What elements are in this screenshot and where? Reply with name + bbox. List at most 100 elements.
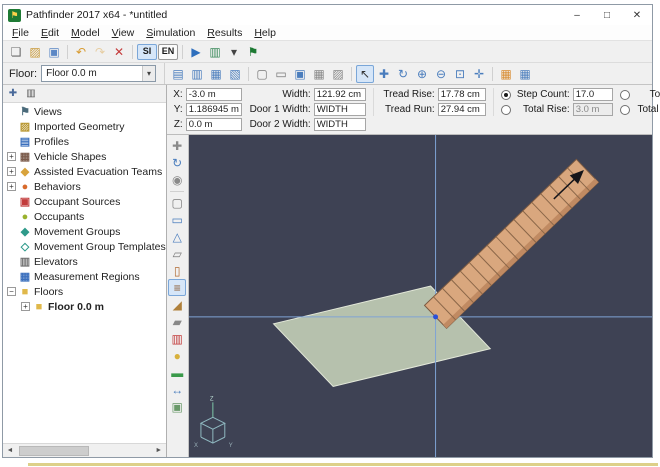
menu-view[interactable]: View (106, 26, 141, 40)
mirror-icon[interactable]: ▧ (226, 65, 244, 83)
tree-item-profiles[interactable]: ▤ Profiles (3, 134, 166, 149)
tree-item-imported-geometry[interactable]: ▨ Imported Geometry (3, 119, 166, 134)
menu-help[interactable]: Help (248, 26, 282, 40)
draw-ramp-tool-icon[interactable]: ◢ (168, 296, 186, 313)
focus-selection-button[interactable]: ✚ (5, 86, 21, 101)
expander-icon[interactable]: + (7, 182, 16, 191)
menu-file[interactable]: File (6, 26, 35, 40)
show-grid-icon[interactable]: ▦ (310, 65, 328, 83)
tree-item-vehicle-shapes[interactable]: + ▦ Vehicle Shapes (3, 149, 166, 164)
menu-simulation[interactable]: Simulation (140, 26, 201, 40)
results-dropdown-caret[interactable]: ▾ (225, 43, 243, 61)
tree-item-floors[interactable]: − ■ Floors (3, 284, 166, 299)
rotate-tool-icon[interactable]: ↻ (394, 65, 412, 83)
draw-hole-tool-icon[interactable]: ▱ (168, 245, 186, 262)
zoom-fit-icon[interactable]: ⊡ (451, 65, 469, 83)
draw-room-polygon-tool-icon[interactable]: △ (168, 228, 186, 245)
new-file-icon[interactable]: ❏ (7, 43, 25, 61)
total-rise-radio[interactable] (501, 105, 511, 115)
menu-edit[interactable]: Edit (35, 26, 65, 40)
background-image-tool-icon[interactable]: ▣ (168, 398, 186, 415)
en-units-button[interactable]: EN (158, 44, 178, 60)
delete-icon[interactable]: ✕ (110, 43, 128, 61)
duplicate-icon[interactable]: ▦ (207, 65, 225, 83)
draw-room-rect-tool-icon[interactable]: ▭ (168, 211, 186, 228)
snap-to-grid-icon[interactable]: ▦ (497, 65, 515, 83)
tree-item-views[interactable]: ⚑ Views (3, 104, 166, 119)
tree-item-occupant-sources[interactable]: ▣ Occupant Sources (3, 194, 166, 209)
draw-escalator-tool-icon[interactable]: ▰ (168, 313, 186, 330)
view-front-icon[interactable]: ▭ (272, 65, 290, 83)
tree-item-measurement-regions[interactable]: ▦ Measurement Regions (3, 269, 166, 284)
tree-item-elevators[interactable]: ▥ Elevators (3, 254, 166, 269)
tree-item-occupants[interactable]: ● Occupants (3, 209, 166, 224)
draw-floor-tool-icon[interactable]: ▢ (168, 194, 186, 211)
move-tool-icon[interactable]: ✚ (375, 65, 393, 83)
door1-width-field[interactable] (314, 103, 366, 116)
add-exit-tool-icon[interactable]: ▬ (168, 364, 186, 381)
move-view-tool-icon[interactable]: ✚ (168, 137, 186, 154)
sep-1[interactable] (64, 44, 71, 60)
scroll-right-icon[interactable]: ► (152, 444, 166, 457)
panel-layout-button[interactable]: ▥ (23, 86, 39, 101)
width-field[interactable] (314, 88, 366, 101)
orbit-view-tool-icon[interactable]: ↻ (168, 154, 186, 171)
paste-icon[interactable]: ▥ (188, 65, 206, 83)
view-perspective-icon[interactable]: ▣ (291, 65, 309, 83)
expander-icon[interactable]: − (7, 287, 16, 296)
expander-icon[interactable]: + (7, 167, 16, 176)
crosshair-icon[interactable]: ✛ (470, 65, 488, 83)
add-elevator-tool-icon[interactable]: ▥ (168, 330, 186, 347)
x-field[interactable] (186, 88, 242, 101)
sep-2[interactable] (129, 44, 136, 60)
add-occupant-tool-icon[interactable]: ● (168, 347, 186, 364)
tree-item-floor-0-0-m[interactable]: + ■ Floor 0.0 m (3, 299, 166, 314)
run-simulation-icon[interactable]: ▶ (187, 43, 205, 61)
zoom-in-icon[interactable]: ⊕ (413, 65, 431, 83)
step-count-field[interactable] (573, 88, 613, 101)
expander-icon[interactable]: + (7, 152, 16, 161)
tree-horizontal-scrollbar[interactable]: ◄ ► (3, 443, 166, 457)
tree-item-movement-group-templates[interactable]: ◇ Movement Group Templates (3, 239, 166, 254)
view-top-icon[interactable]: ▢ (253, 65, 271, 83)
expander-icon[interactable]: + (21, 302, 30, 311)
select-tool-icon[interactable]: ↖ (356, 65, 374, 83)
menu-model[interactable]: Model (65, 26, 106, 40)
minimize-button[interactable]: – (562, 5, 592, 25)
measure-tool-icon[interactable]: ↔ (168, 381, 186, 398)
roam-view-tool-icon[interactable]: ◉ (168, 171, 186, 188)
tread-rise-field[interactable] (438, 88, 486, 101)
results-chart-icon[interactable]: ▥ (206, 43, 224, 61)
sep-3[interactable] (179, 44, 186, 60)
y-field[interactable] (186, 103, 242, 116)
sep-2[interactable] (348, 66, 355, 82)
wireframe-icon[interactable]: ▨ (329, 65, 347, 83)
copy-icon[interactable]: ▤ (169, 65, 187, 83)
tree-item-behaviors[interactable]: + ● Behaviors (3, 179, 166, 194)
draw-stairs-tool-icon[interactable]: ≡ (168, 279, 186, 296)
save-file-icon[interactable]: ▣ (45, 43, 63, 61)
zoom-out-icon[interactable]: ⊖ (432, 65, 450, 83)
close-button[interactable]: ✕ (622, 5, 652, 25)
pathfinder-results-icon[interactable]: ⚑ (244, 43, 262, 61)
sep-3[interactable] (489, 66, 496, 82)
si-units-button[interactable]: SI (137, 44, 157, 60)
grid-settings-icon[interactable]: ▦ (516, 65, 534, 83)
floor-selector-dropdown[interactable]: Floor 0.0 m ▾ (41, 65, 156, 82)
door2-width-field[interactable] (314, 118, 366, 131)
total-run-radio[interactable] (620, 90, 630, 100)
scrollbar-thumb[interactable] (19, 446, 89, 456)
draw-door-tool-icon[interactable]: ▯ (168, 262, 186, 279)
z-field[interactable] (186, 118, 242, 131)
viewport-3d[interactable]: Z X Y (189, 135, 652, 457)
open-file-icon[interactable]: ▨ (26, 43, 44, 61)
sep-1[interactable] (245, 66, 252, 82)
tree-item-assisted-evacuation-teams[interactable]: + ◆ Assisted Evacuation Teams (3, 164, 166, 179)
step-count-radio[interactable] (501, 90, 511, 100)
title-bar[interactable]: ⚑ Pathfinder 2017 x64 - *untitled – □ ✕ (3, 5, 652, 25)
redo-icon[interactable]: ↷ (91, 43, 109, 61)
undo-icon[interactable]: ↶ (72, 43, 90, 61)
tree-item-movement-groups[interactable]: ◆ Movement Groups (3, 224, 166, 239)
total-rise-field[interactable] (573, 103, 613, 116)
maximize-button[interactable]: □ (592, 5, 622, 25)
